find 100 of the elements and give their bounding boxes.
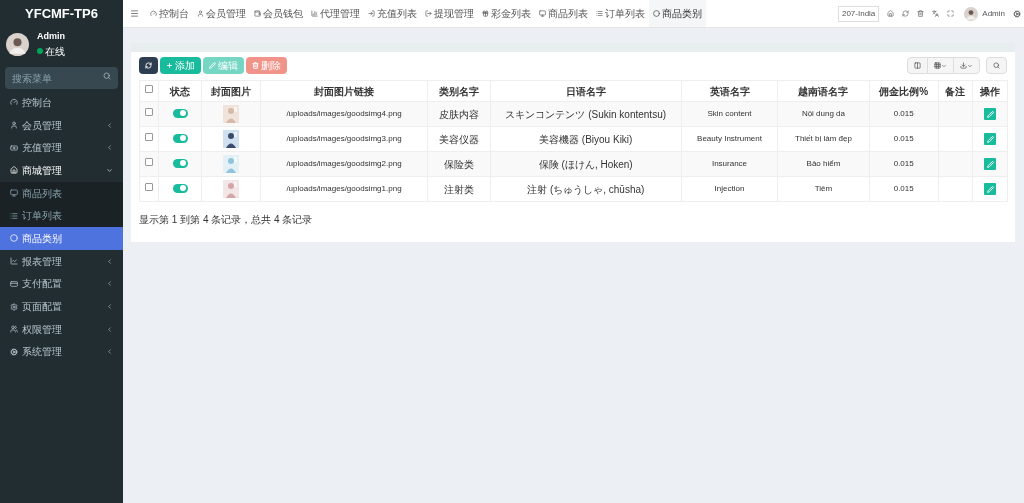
row-checkbox[interactable] [145, 183, 154, 191]
refresh-icon[interactable] [902, 10, 910, 17]
status-toggle[interactable] [172, 108, 188, 118]
logout-icon [425, 10, 432, 17]
table-cell: Beauty Instrument [681, 126, 778, 152]
row-checkbox[interactable] [145, 108, 154, 116]
nav-tab[interactable]: 彩金列表 [478, 0, 535, 27]
column-header: 封面图片 [201, 80, 261, 102]
chevron-left-icon [106, 121, 113, 129]
download-icon [960, 62, 967, 69]
sidebar-subitem[interactable]: 商品列表 [0, 181, 123, 205]
sidebar-subitem[interactable]: 商品类别 [0, 227, 123, 250]
table-cell: 0.015 [869, 126, 939, 152]
gears-icon[interactable] [1013, 9, 1021, 18]
gauge-icon [10, 98, 18, 107]
bar-chart-icon [311, 10, 318, 17]
grid-icon [934, 62, 941, 69]
card-icon [10, 279, 18, 288]
gift-icon [482, 10, 489, 17]
chevron-left-icon [106, 303, 113, 311]
sidebar-item[interactable]: 系统管理 [0, 340, 123, 364]
sidebar-item[interactable]: 会员管理 [0, 113, 123, 137]
circle-icon [10, 234, 18, 243]
column-header: 英语名字 [681, 80, 778, 102]
sidebar-item[interactable]: 支付配置 [0, 272, 123, 296]
nav-tab[interactable]: 控制台 [146, 0, 193, 27]
table-cell: /uploads/images/goodsimg4.png [260, 101, 428, 127]
user-name: Admin [37, 30, 65, 43]
nav-tab[interactable]: 商品列表 [535, 0, 592, 27]
select-all-checkbox[interactable] [145, 85, 154, 93]
pagination-info: 显示第 1 到第 4 条记录，总共 4 条记录 [139, 213, 314, 227]
admin-name[interactable]: Admin [982, 7, 1005, 20]
caret-icon [967, 62, 973, 69]
online-status: 在线 [45, 44, 65, 59]
nav-tab[interactable]: 代理管理 [307, 0, 364, 27]
column-header: 日语名字 [490, 80, 682, 102]
row-checkbox[interactable] [145, 158, 154, 166]
table-cell: Skin content [681, 101, 778, 127]
nav-tab[interactable]: 会员钱包 [250, 0, 307, 27]
pencil-icon [986, 135, 994, 143]
table-cell: Nội dung da [777, 101, 870, 127]
row-checkbox[interactable] [145, 133, 154, 141]
edit-button[interactable] [984, 108, 997, 120]
gauge-icon [150, 10, 157, 17]
login-icon [368, 10, 375, 17]
edit-button[interactable] [984, 183, 997, 195]
column-header: 备注 [938, 80, 973, 102]
caret-icon [941, 62, 947, 69]
sidebar-subitem[interactable]: 订单列表 [0, 204, 123, 228]
nav-tab[interactable]: 充值列表 [364, 0, 421, 27]
refresh-icon [145, 62, 152, 69]
trash-icon [252, 62, 259, 69]
edit-button[interactable] [984, 133, 997, 145]
region-badge[interactable]: 207-India [837, 5, 880, 22]
table-cell: 美容仪器 [427, 126, 491, 152]
sidebar-item[interactable]: 页面配置 [0, 295, 123, 318]
sidebar-item[interactable]: 权限管理 [0, 317, 123, 341]
table-cell: Thiết bị làm đẹp [777, 126, 870, 152]
search-field[interactable]: 搜索菜单 [5, 67, 118, 89]
status-toggle[interactable] [172, 133, 188, 143]
search-icon [103, 71, 111, 80]
column-header: 状态 [158, 80, 202, 102]
pencil-icon [209, 62, 216, 69]
table-cell: 0.015 [869, 151, 939, 177]
sidebar-item[interactable]: 控制台 [0, 91, 123, 114]
table-cell: 皮肤内容 [427, 101, 491, 127]
edit-button[interactable] [984, 158, 997, 170]
search-button[interactable] [986, 57, 1007, 74]
home-icon[interactable] [887, 10, 895, 17]
nav-tab[interactable]: 提现管理 [421, 0, 478, 27]
nav-tab[interactable]: 商品类别 [649, 0, 706, 27]
gears-icon [10, 347, 18, 356]
avatar [964, 6, 979, 21]
refresh-button[interactable] [139, 57, 158, 74]
table-cell: 0.015 [869, 176, 939, 202]
fullscreen-icon[interactable] [947, 10, 955, 17]
pencil-icon [986, 185, 994, 193]
sidebar-item[interactable]: 报表管理 [0, 249, 123, 273]
table-cell: Insurance [681, 151, 778, 177]
menu-icon[interactable] [130, 9, 139, 18]
status-toggle[interactable] [172, 158, 188, 168]
sidebar-item[interactable]: 商城管理 [0, 159, 123, 182]
table-cell: Injection [681, 176, 778, 202]
wallet-icon [254, 10, 261, 17]
nav-tab[interactable]: 订单列表 [592, 0, 649, 27]
monitor-icon [10, 189, 18, 198]
chevron-left-icon [106, 257, 113, 265]
nav-tab[interactable]: 会员管理 [193, 0, 250, 27]
trash-icon[interactable] [917, 10, 925, 17]
chevron-left-icon [106, 348, 113, 356]
sidebar-item[interactable]: 充值管理 [0, 136, 123, 160]
status-toggle[interactable] [172, 183, 188, 193]
column-header: 越南语名字 [777, 80, 870, 102]
translate-icon[interactable] [932, 10, 940, 17]
brand-logo: YFCMF-TP6 [24, 5, 99, 24]
user-icon [10, 121, 18, 130]
table-cell: Bảo hiểm [777, 151, 870, 177]
chevron-down-icon [106, 166, 113, 174]
table-cell: 0.015 [869, 101, 939, 127]
search-icon [993, 62, 1000, 69]
